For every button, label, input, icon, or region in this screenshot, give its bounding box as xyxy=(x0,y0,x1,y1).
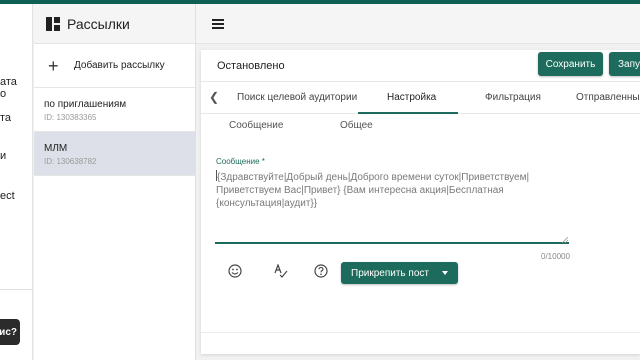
editor-subtabs: Сообщение Общее xyxy=(201,114,640,140)
dropdown-arrow-icon[interactable] xyxy=(442,271,448,275)
message-line: {консультация|аудит}} xyxy=(216,198,318,209)
card-divider xyxy=(201,332,640,333)
message-field-label: Сообщение * xyxy=(216,157,265,166)
required-mark: * xyxy=(261,157,265,166)
nav-divider xyxy=(0,289,32,290)
tab-filtering[interactable]: Фильтрация xyxy=(485,92,541,103)
status-label: Остановлено xyxy=(217,60,285,72)
message-textarea[interactable]: {Здравствуйте|Добрый день|Доброго времен… xyxy=(215,170,569,244)
help-icon[interactable] xyxy=(313,264,329,280)
menu-icon[interactable] xyxy=(212,19,224,29)
left-nav-strip: ата о та и ect ис? xyxy=(0,4,33,360)
save-button[interactable]: Сохранить xyxy=(538,52,603,76)
add-mailing-button[interactable]: + Добавить рассылку xyxy=(34,44,195,88)
message-line: {Здравствуйте|Добрый день|Доброго времен… xyxy=(216,170,530,183)
mailings-panel: Рассылки + Добавить рассылку по приглаше… xyxy=(34,4,196,360)
mailing-item-selected[interactable]: МЛМ ID: 130638782 xyxy=(34,132,195,176)
editor-header: Остановлено Сохранить Запу xyxy=(201,50,640,82)
editor-tabs: ❮ Поиск целевой аудитории Настройка Филь… xyxy=(201,82,640,114)
nav-fragment[interactable]: ата xyxy=(0,76,17,88)
mailing-name: МЛМ xyxy=(44,143,68,154)
mailing-id: ID: 130383365 xyxy=(44,113,97,122)
nav-fragment[interactable]: та xyxy=(0,112,11,124)
nav-fragment[interactable]: о xyxy=(0,88,6,100)
spellcheck-icon[interactable] xyxy=(273,263,289,280)
mailing-editor-card: Остановлено Сохранить Запу ❮ Поиск целев… xyxy=(201,50,640,354)
emoji-icon[interactable] xyxy=(227,264,243,280)
help-button[interactable]: ис? xyxy=(0,319,20,345)
content-toolbar xyxy=(196,4,640,44)
attach-post-label: Прикрепить пост xyxy=(351,267,429,279)
nav-fragment[interactable]: ect xyxy=(0,190,15,202)
tab-sent[interactable]: Отправленные с xyxy=(576,92,640,103)
mailing-item[interactable]: по приглашениям ID: 130383365 xyxy=(34,88,195,132)
mailing-name: по приглашениям xyxy=(44,99,127,110)
tab-settings[interactable]: Настройка xyxy=(387,92,436,103)
mailings-header: Рассылки xyxy=(34,4,195,44)
nav-fragment[interactable]: и xyxy=(0,150,6,162)
resize-handle-icon[interactable] xyxy=(561,237,568,243)
mailing-id: ID: 130638782 xyxy=(44,157,97,166)
attach-post-button[interactable]: Прикрепить пост xyxy=(341,262,458,284)
subtab-message[interactable]: Сообщение xyxy=(229,120,283,131)
character-counter: 0/10000 xyxy=(541,252,570,261)
message-line: Приветствуем Вас|Привет} {Вам интересна … xyxy=(216,185,504,196)
grid-icon xyxy=(46,16,60,31)
add-mailing-label: Добавить рассылку xyxy=(74,60,165,71)
chevron-left-icon[interactable]: ❮ xyxy=(209,90,219,104)
tab-audience-search[interactable]: Поиск целевой аудитории xyxy=(237,92,357,103)
mailings-title: Рассылки xyxy=(67,15,130,32)
subtab-general[interactable]: Общее xyxy=(340,120,373,131)
run-button[interactable]: Запу xyxy=(609,52,640,76)
plus-icon: + xyxy=(48,55,59,76)
